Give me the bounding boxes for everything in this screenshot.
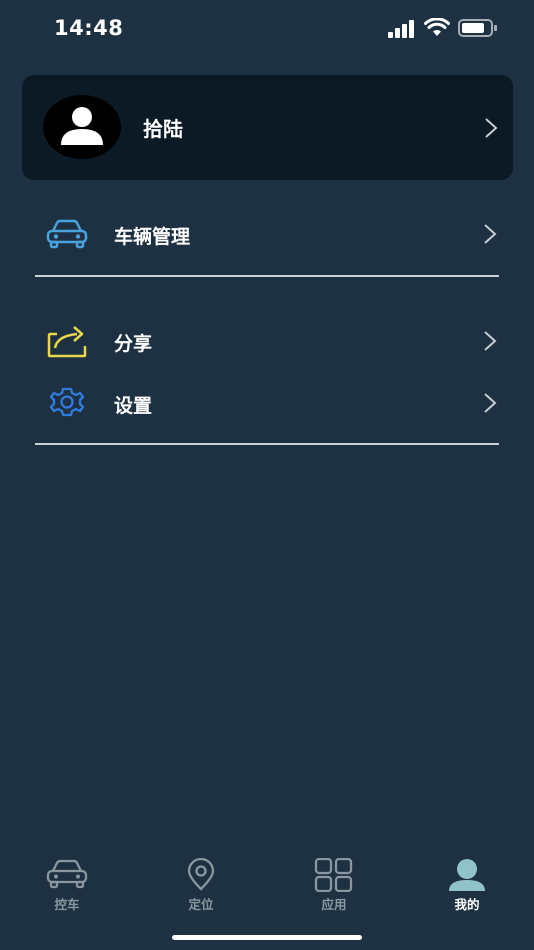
wifi-icon: [424, 18, 450, 36]
tab-control-car[interactable]: 控车: [17, 850, 117, 920]
home-indicator[interactable]: [172, 935, 362, 940]
tab-bar: 控车 定位 应用 我的: [0, 850, 534, 920]
signal-icon: [388, 20, 414, 38]
tab-location[interactable]: 定位: [151, 850, 251, 920]
tab-mine[interactable]: 我的: [417, 850, 517, 920]
tab-label: 控车: [54, 897, 80, 912]
tab-apps[interactable]: 应用: [284, 850, 384, 920]
divider: [35, 275, 499, 277]
apps-grid-icon: [314, 858, 353, 892]
menu-label-vehicle-management: 车辆管理: [114, 226, 191, 248]
chevron-right-icon: [484, 331, 497, 351]
menu-item-settings[interactable]: 设置: [0, 378, 534, 428]
share-icon: [47, 326, 87, 358]
battery-icon: [458, 19, 497, 37]
status-bar: 14:48: [0, 0, 534, 58]
tab-label: 应用: [321, 897, 347, 912]
profile-card[interactable]: 拾陆: [22, 75, 513, 180]
tab-label: 我的: [454, 897, 480, 912]
location-pin-icon: [187, 858, 215, 891]
car-icon: [46, 219, 88, 249]
chevron-right-icon: [485, 118, 498, 138]
gear-icon: [49, 387, 85, 417]
user-icon: [61, 107, 103, 145]
avatar: [43, 95, 121, 159]
profile-name: 拾陆: [143, 117, 183, 141]
menu-item-share[interactable]: 分享: [0, 316, 534, 366]
profile-icon: [449, 859, 485, 891]
chevron-right-icon: [484, 224, 497, 244]
menu-label-share: 分享: [114, 333, 153, 355]
status-time: 14:48: [54, 16, 124, 40]
divider: [35, 443, 499, 445]
menu-item-vehicle-management[interactable]: 车辆管理: [0, 209, 534, 259]
car-icon: [46, 859, 88, 889]
tab-label: 定位: [188, 897, 214, 912]
status-icons: [388, 18, 498, 40]
chevron-right-icon: [484, 393, 497, 413]
menu-label-settings: 设置: [114, 395, 153, 417]
